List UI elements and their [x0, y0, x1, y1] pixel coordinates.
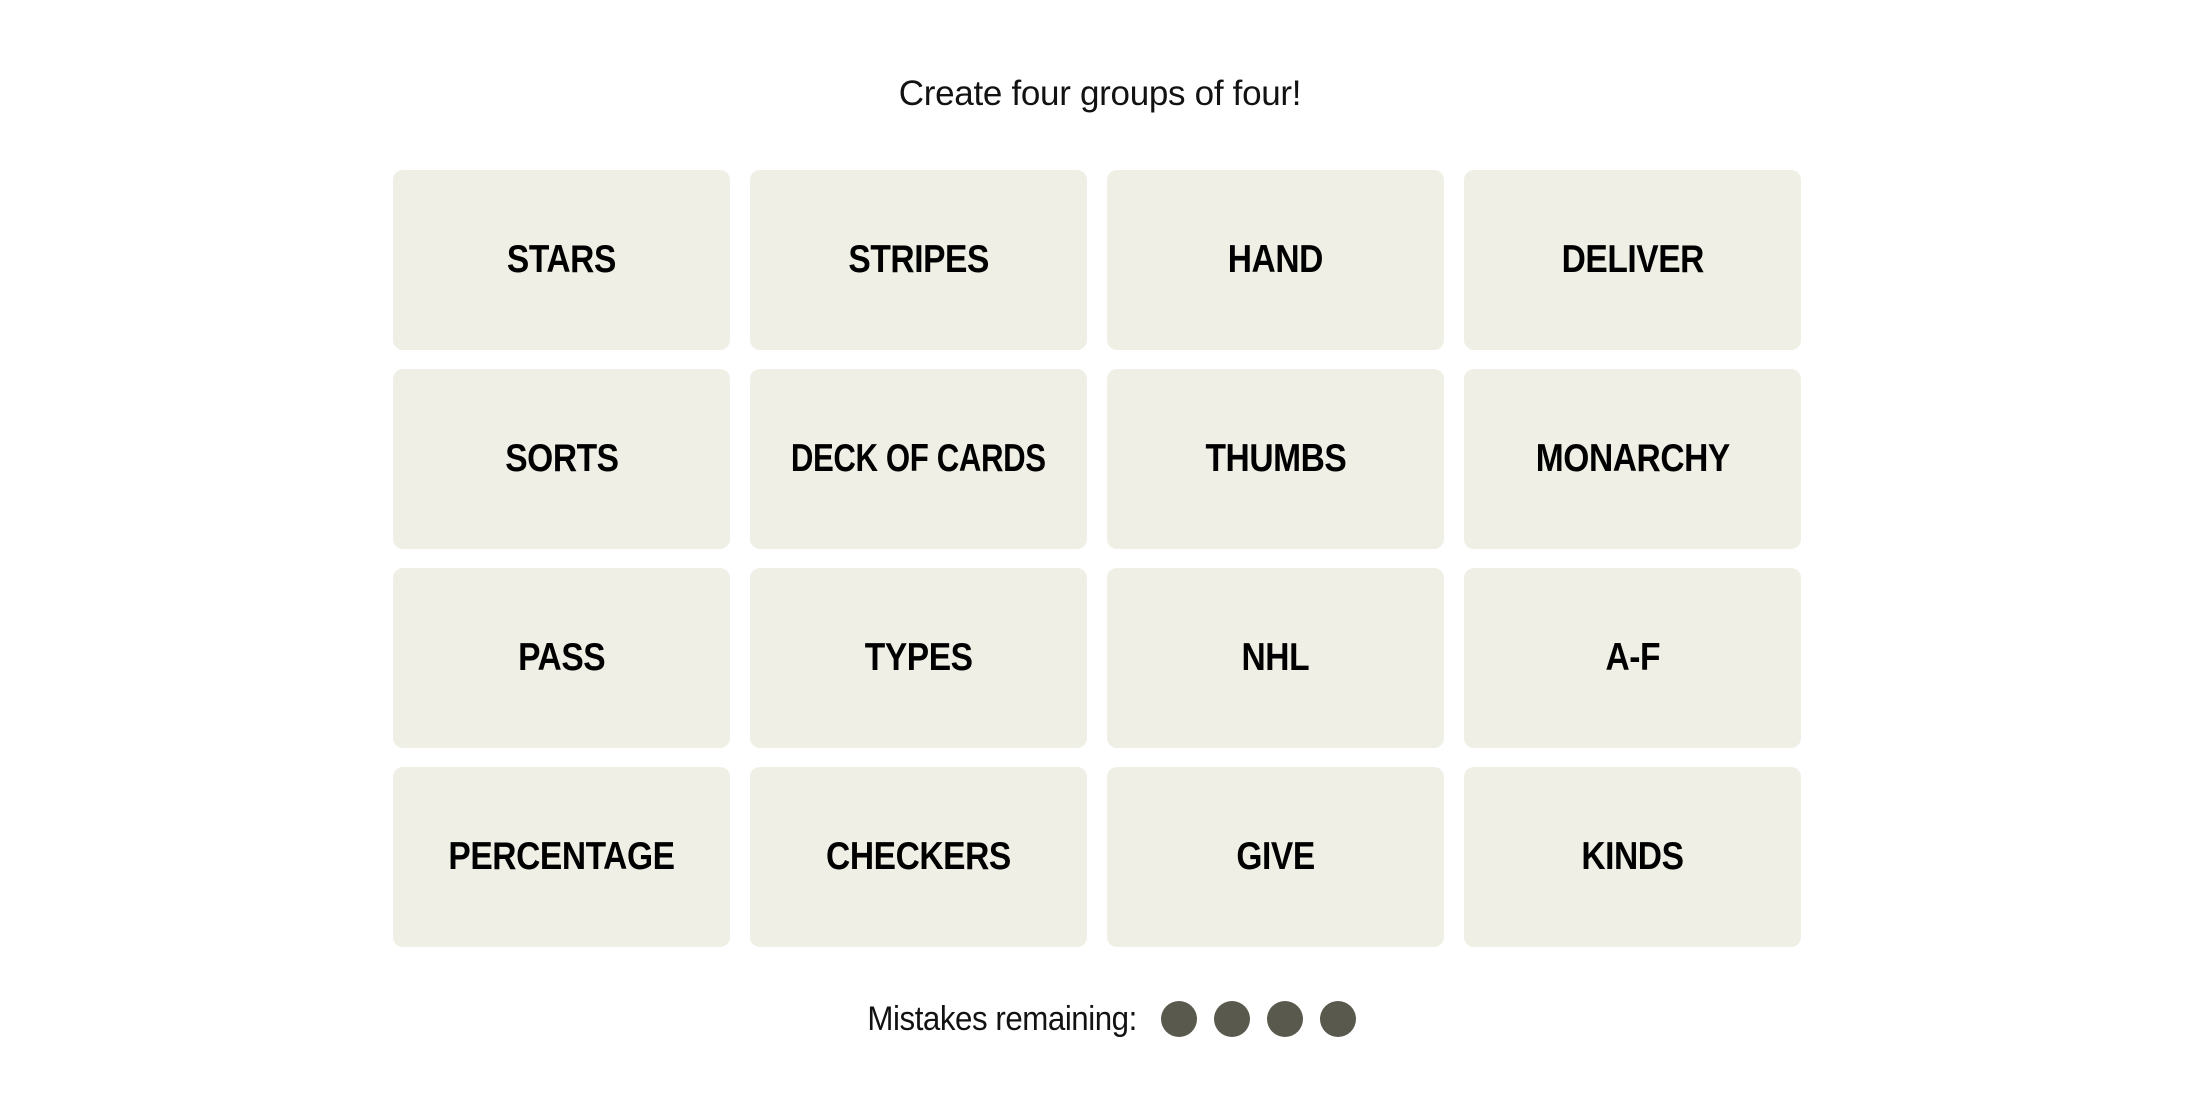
word-tile[interactable]: PERCENTAGE	[393, 767, 730, 947]
word-tile[interactable]: DELIVER	[1464, 170, 1801, 350]
word-tile[interactable]: THUMBS	[1107, 369, 1444, 549]
word-tile[interactable]: CHECKERS	[750, 767, 1087, 947]
word-tile-label: DECK OF CARDS	[791, 437, 1046, 480]
word-tile[interactable]: DECK OF CARDS	[750, 369, 1087, 549]
mistake-dots	[1160, 1001, 1356, 1037]
word-tile[interactable]: MONARCHY	[1464, 369, 1801, 549]
mistake-dot-icon	[1160, 1001, 1197, 1037]
word-grid: STARS STRIPES HAND DELIVER SORTS DECK OF…	[393, 170, 1801, 947]
instruction-heading: Create four groups of four!	[898, 74, 1302, 113]
word-tile[interactable]: PASS	[393, 568, 730, 748]
word-tile[interactable]: HAND	[1107, 170, 1444, 350]
word-tile-label: SORTS	[504, 437, 619, 480]
word-tile-label: DELIVER	[1561, 238, 1704, 281]
word-tile-label: A-F	[1605, 636, 1660, 679]
word-tile[interactable]: STRIPES	[750, 170, 1087, 350]
word-tile[interactable]: GIVE	[1107, 767, 1444, 947]
word-tile[interactable]: TYPES	[750, 568, 1087, 748]
word-tile-label: GIVE	[1236, 835, 1315, 878]
mistakes-remaining: Mistakes remaining:	[0, 996, 2200, 1042]
mistake-dot-icon	[1213, 1001, 1250, 1037]
mistake-dot-icon	[1266, 1001, 1303, 1037]
word-tile-label: STRIPES	[848, 238, 989, 281]
word-tile[interactable]: NHL	[1107, 568, 1444, 748]
word-tile[interactable]: STARS	[393, 170, 730, 350]
word-tile[interactable]: A-F	[1464, 568, 1801, 748]
word-tile-label: CHECKERS	[826, 835, 1011, 878]
word-tile-label: NHL	[1241, 636, 1310, 679]
word-tile-label: TYPES	[864, 636, 973, 679]
mistakes-label: Mistakes remaining:	[867, 999, 1138, 1038]
word-tile-label: KINDS	[1581, 835, 1684, 878]
word-tile-label: PERCENTAGE	[448, 835, 675, 878]
mistake-dot-icon	[1319, 1001, 1356, 1037]
word-tile-label: THUMBS	[1205, 437, 1346, 480]
word-tile[interactable]: SORTS	[393, 369, 730, 549]
word-tile-label: MONARCHY	[1535, 437, 1730, 480]
word-tile-label: HAND	[1227, 238, 1324, 281]
word-tile-label: STARS	[506, 238, 617, 281]
word-tile[interactable]: KINDS	[1464, 767, 1801, 947]
word-tile-label: PASS	[517, 636, 606, 679]
